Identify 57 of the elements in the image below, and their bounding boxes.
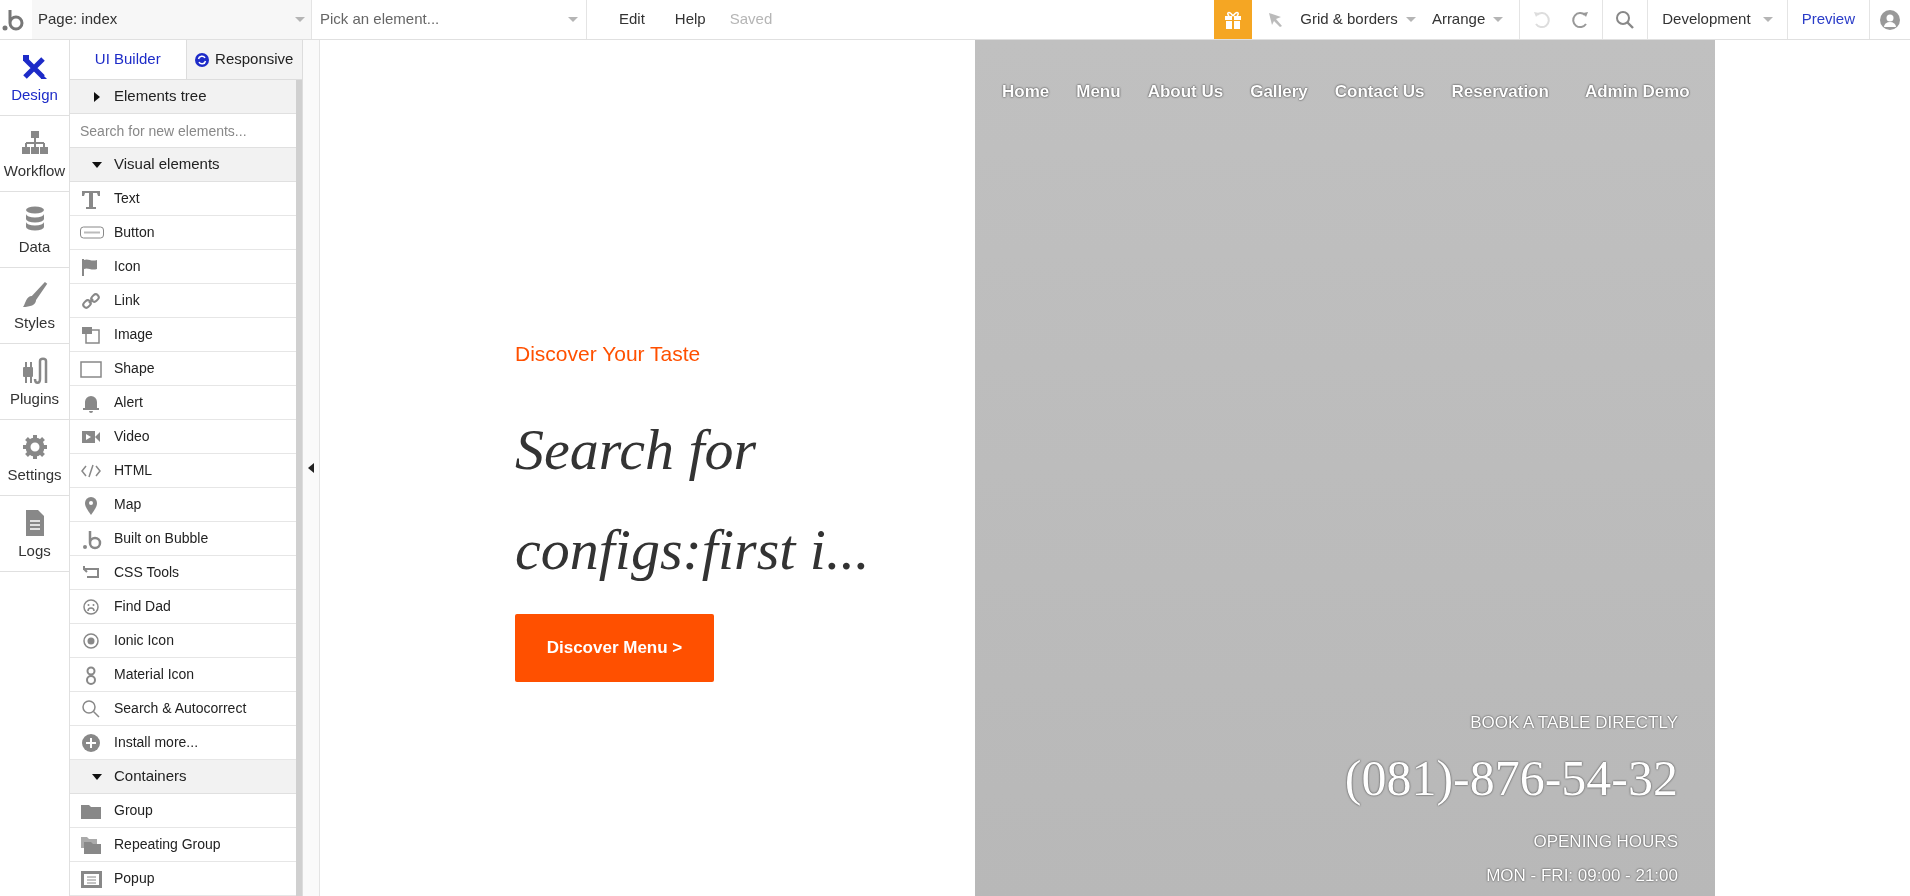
element-item[interactable]: Built on Bubble bbox=[70, 522, 296, 556]
search-icon[interactable] bbox=[1615, 9, 1636, 30]
section-header[interactable]: Elements tree bbox=[70, 80, 296, 114]
collapse-icon[interactable] bbox=[308, 463, 314, 473]
environment-dropdown[interactable]: Development bbox=[1648, 0, 1788, 39]
caret-icon bbox=[295, 17, 305, 22]
caret-icon bbox=[568, 17, 578, 22]
hero-heading: Search for configs:first i... bbox=[515, 415, 871, 584]
opening-hours: MON - FRI: 09:00 - 21:00 bbox=[1486, 864, 1678, 887]
element-item[interactable]: Material Icon bbox=[70, 658, 296, 692]
section-header[interactable]: Visual elements bbox=[70, 148, 296, 182]
element-item[interactable]: Button bbox=[70, 216, 296, 250]
element-item[interactable]: Icon bbox=[70, 250, 296, 284]
element-item[interactable]: Repeating Group bbox=[70, 828, 296, 862]
refresh-icon bbox=[195, 52, 210, 67]
element-item[interactable]: Shape bbox=[70, 352, 296, 386]
panel-tab[interactable]: Responsive bbox=[185, 40, 302, 79]
brush-icon bbox=[20, 281, 49, 309]
plug-icon bbox=[20, 357, 49, 385]
avatar-icon[interactable] bbox=[1880, 9, 1900, 30]
section-header[interactable]: Containers bbox=[70, 760, 296, 794]
booking-label: BOOK A TABLE DIRECTLY bbox=[1470, 711, 1678, 734]
save-status: Saved bbox=[729, 9, 773, 30]
element-item[interactable]: Find Dad bbox=[70, 590, 296, 624]
preview-link[interactable]: Preview bbox=[1787, 8, 1869, 31]
hours-label: OPENING HOURS bbox=[1533, 831, 1678, 853]
nav-tab[interactable]: Logs bbox=[0, 496, 69, 572]
menu-item[interactable]: Help bbox=[674, 8, 706, 31]
element-item[interactable]: Video bbox=[70, 420, 296, 454]
page-dropdown[interactable]: Page: index bbox=[32, 0, 312, 39]
element-item[interactable]: Text bbox=[70, 182, 296, 216]
toolbar-dropdown[interactable]: Grid & borders bbox=[1300, 0, 1416, 39]
nav-tab[interactable]: Data bbox=[0, 192, 69, 268]
tagline: Discover Your Taste bbox=[515, 341, 701, 367]
settings-icon bbox=[20, 433, 49, 461]
element-item[interactable]: Group bbox=[70, 794, 296, 828]
nav-tab[interactable]: Design bbox=[0, 40, 69, 116]
element-item[interactable]: Image bbox=[70, 318, 296, 352]
element-item[interactable]: Link bbox=[70, 284, 296, 318]
caret-icon bbox=[1762, 17, 1773, 22]
caret-icon bbox=[1405, 17, 1416, 22]
element-item[interactable]: Map bbox=[70, 488, 296, 522]
element-item[interactable]: Ionic Icon bbox=[70, 624, 296, 658]
toolbar-dropdown[interactable]: Arrange bbox=[1431, 0, 1504, 39]
redo-icon[interactable] bbox=[1570, 9, 1591, 30]
sitemap-icon bbox=[20, 129, 49, 157]
element-item[interactable]: Alert bbox=[70, 386, 296, 420]
nav-tab[interactable]: Plugins bbox=[0, 344, 69, 420]
caret-icon bbox=[1493, 17, 1504, 22]
nav-tab[interactable]: Styles bbox=[0, 268, 69, 344]
element-picker[interactable]: Pick an element... bbox=[312, 0, 587, 39]
menu-item[interactable]: Edit bbox=[619, 8, 645, 31]
nav-tab[interactable]: Workflow bbox=[0, 116, 69, 192]
nav-tab[interactable]: Settings bbox=[0, 420, 69, 496]
gift-icon bbox=[1223, 9, 1244, 30]
gift-button[interactable] bbox=[1214, 0, 1253, 39]
element-item[interactable]: Popup bbox=[70, 862, 296, 896]
